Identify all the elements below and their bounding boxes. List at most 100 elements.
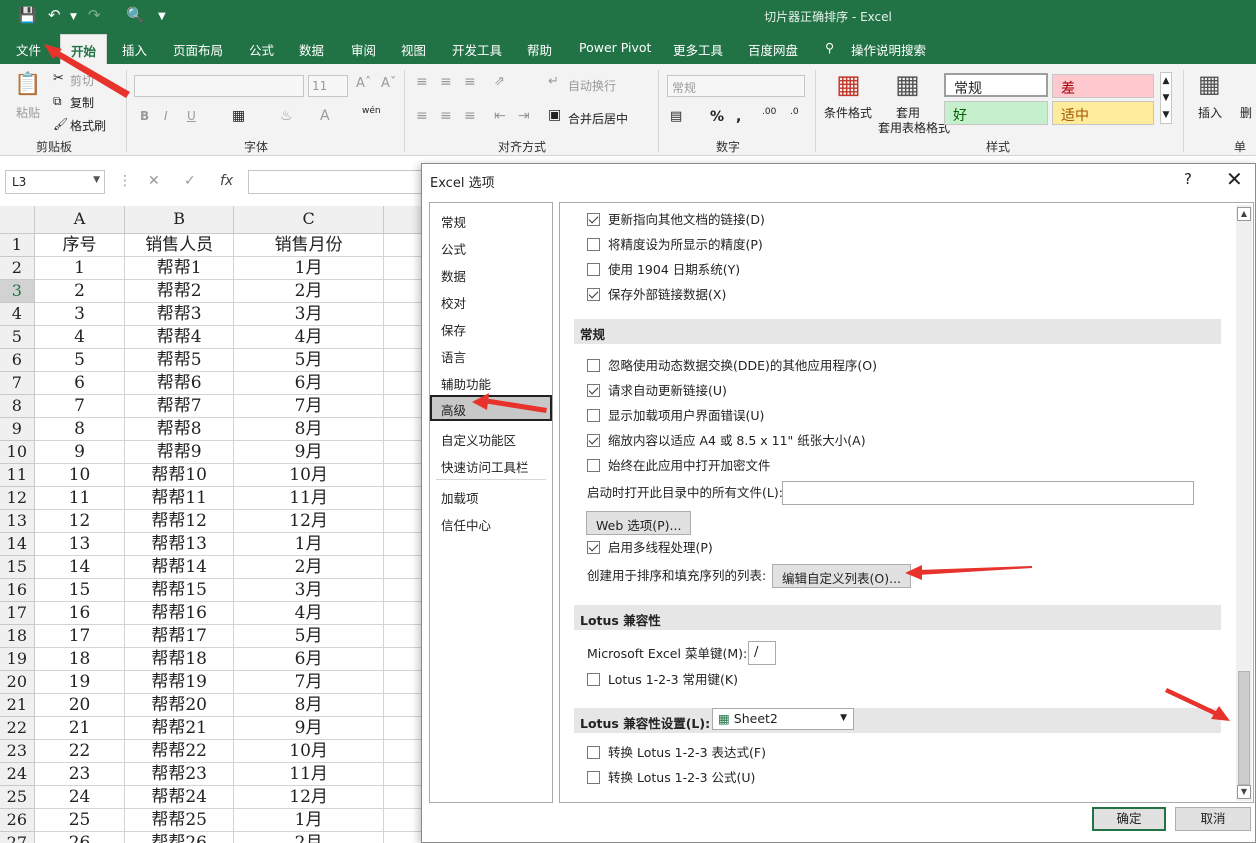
checkbox[interactable]	[587, 384, 600, 397]
row-header[interactable]: 14	[0, 532, 35, 556]
cell[interactable]: 11月	[233, 762, 385, 786]
row-header[interactable]: 13	[0, 509, 35, 533]
checkbox[interactable]	[587, 673, 600, 686]
nav-advanced[interactable]: 高级	[430, 395, 552, 421]
merge-center-button[interactable]: 合并后居中	[568, 110, 628, 127]
cancel-button[interactable]: 取消	[1175, 807, 1251, 831]
tab-home[interactable]: 开始	[60, 34, 108, 64]
cell[interactable]: 帮帮6	[124, 371, 234, 395]
nav-language[interactable]: 语言	[430, 342, 552, 368]
checkbox[interactable]	[587, 238, 600, 251]
cell[interactable]: 帮帮17	[124, 624, 234, 648]
nav-proofing[interactable]: 校对	[430, 288, 552, 314]
cell[interactable]: 帮帮2	[124, 279, 234, 303]
cell[interactable]: 9月	[233, 440, 385, 464]
opt-1904-date-system[interactable]: 使用 1904 日期系统(Y)	[587, 261, 740, 279]
cell[interactable]: 6	[34, 371, 126, 395]
cell[interactable]: 帮帮25	[124, 808, 234, 832]
enter-icon[interactable]: ✓	[184, 173, 196, 189]
opt-open-encrypted-files[interactable]: 始终在此应用中打开加密文件	[587, 457, 771, 475]
cell[interactable]: 帮帮22	[124, 739, 234, 763]
cell[interactable]: 14	[34, 555, 126, 579]
cell[interactable]: 销售月份	[233, 233, 385, 257]
orientation-icon[interactable]: ⇗	[494, 74, 505, 89]
tab-review[interactable]: 审阅	[351, 40, 376, 59]
edit-custom-lists-button[interactable]: 编辑自定义列表(O)...	[772, 564, 912, 588]
cell[interactable]	[383, 601, 422, 625]
checkbox[interactable]	[587, 213, 600, 226]
cell[interactable]	[383, 693, 422, 717]
row-header[interactable]: 18	[0, 624, 35, 648]
cell[interactable]: 11	[34, 486, 126, 510]
row-header[interactable]: 10	[0, 440, 35, 464]
cell[interactable]: 帮帮3	[124, 302, 234, 326]
column-header[interactable]: B	[124, 206, 234, 234]
row-header[interactable]: 21	[0, 693, 35, 717]
cell[interactable]: 1月	[233, 256, 385, 280]
tab-view[interactable]: 视图	[401, 40, 426, 59]
checkbox[interactable]	[587, 771, 600, 784]
opt-ignore-dde[interactable]: 忽略使用动态数据交换(DDE)的其他应用程序(O)	[587, 357, 877, 375]
row-header[interactable]: 12	[0, 486, 35, 510]
scroll-down-icon[interactable]: ▼	[1237, 785, 1251, 799]
nav-save[interactable]: 保存	[430, 315, 552, 341]
format-painter-button[interactable]: 格式刷	[70, 117, 106, 134]
cell[interactable]	[383, 302, 422, 326]
cell[interactable]: 4月	[233, 601, 385, 625]
cell[interactable]: 10月	[233, 463, 385, 487]
close-icon[interactable]: ✕	[1226, 167, 1243, 191]
cell[interactable]	[383, 463, 422, 487]
cell[interactable]	[383, 325, 422, 349]
align-top-icon[interactable]: ≡	[416, 74, 428, 90]
nav-accessibility[interactable]: 辅助功能	[430, 369, 552, 395]
row-header[interactable]: 4	[0, 302, 35, 326]
opt-transition-formula-evaluation[interactable]: 转换 Lotus 1-2-3 表达式(F)	[587, 744, 766, 762]
cell[interactable]: 帮帮10	[124, 463, 234, 487]
ok-button[interactable]: 确定	[1092, 807, 1166, 831]
cell[interactable]	[383, 440, 422, 464]
row-header[interactable]: 26	[0, 808, 35, 832]
increase-font-icon[interactable]: Aˆ	[356, 76, 371, 91]
decrease-decimal-icon[interactable]: .0	[790, 107, 799, 117]
sheet-select[interactable]: ▦ Sheet2 ▼	[712, 708, 854, 730]
decrease-indent-icon[interactable]: ⇤	[494, 108, 506, 124]
cell[interactable]	[383, 647, 422, 671]
startup-folder-input[interactable]	[782, 481, 1194, 505]
row-header[interactable]: 23	[0, 739, 35, 763]
conditional-format-button[interactable]: 条件格式	[824, 104, 872, 121]
cell[interactable]: 3月	[233, 578, 385, 602]
underline-icon[interactable]: U	[187, 109, 196, 123]
number-format-box[interactable]: 常规	[667, 75, 805, 97]
border-icon[interactable]: ▦	[232, 108, 245, 124]
align-middle-icon[interactable]: ≡	[440, 74, 452, 90]
tab-data[interactable]: 数据	[299, 40, 324, 59]
style-neutral[interactable]: 适中	[1052, 101, 1154, 125]
tab-power-pivot[interactable]: Power Pivot	[579, 40, 651, 55]
nav-general[interactable]: 常规	[430, 207, 552, 233]
row-header[interactable]: 16	[0, 578, 35, 602]
cell[interactable]: 1	[34, 256, 126, 280]
cell[interactable]: 6月	[233, 647, 385, 671]
row-header[interactable]: 1	[0, 233, 35, 257]
row-header[interactable]: 22	[0, 716, 35, 740]
delete-cells-button[interactable]: 删	[1240, 104, 1252, 121]
cell[interactable]: 销售人员	[124, 233, 234, 257]
tab-more-tools[interactable]: 更多工具	[673, 40, 723, 59]
cell[interactable]: 2月	[233, 831, 385, 843]
cell[interactable]: 20	[34, 693, 126, 717]
cell[interactable]: 7月	[233, 670, 385, 694]
style-normal[interactable]: 常规	[944, 73, 1048, 97]
cell[interactable]	[383, 394, 422, 418]
cell[interactable]: 8	[34, 417, 126, 441]
font-size-box[interactable]: 11	[308, 75, 348, 97]
opt-update-links[interactable]: 更新指向其他文档的链接(D)	[587, 211, 765, 229]
cell[interactable]: 21	[34, 716, 126, 740]
cell[interactable]: 帮帮20	[124, 693, 234, 717]
cell[interactable]	[383, 348, 422, 372]
opt-transition-formula-entry[interactable]: 转换 Lotus 1-2-3 公式(U)	[587, 769, 755, 787]
row-header[interactable]: 20	[0, 670, 35, 694]
bold-icon[interactable]: B	[140, 109, 149, 123]
cell[interactable]: 8月	[233, 417, 385, 441]
column-header[interactable]: A	[34, 206, 126, 234]
insert-cells-button[interactable]: 插入	[1198, 104, 1222, 121]
